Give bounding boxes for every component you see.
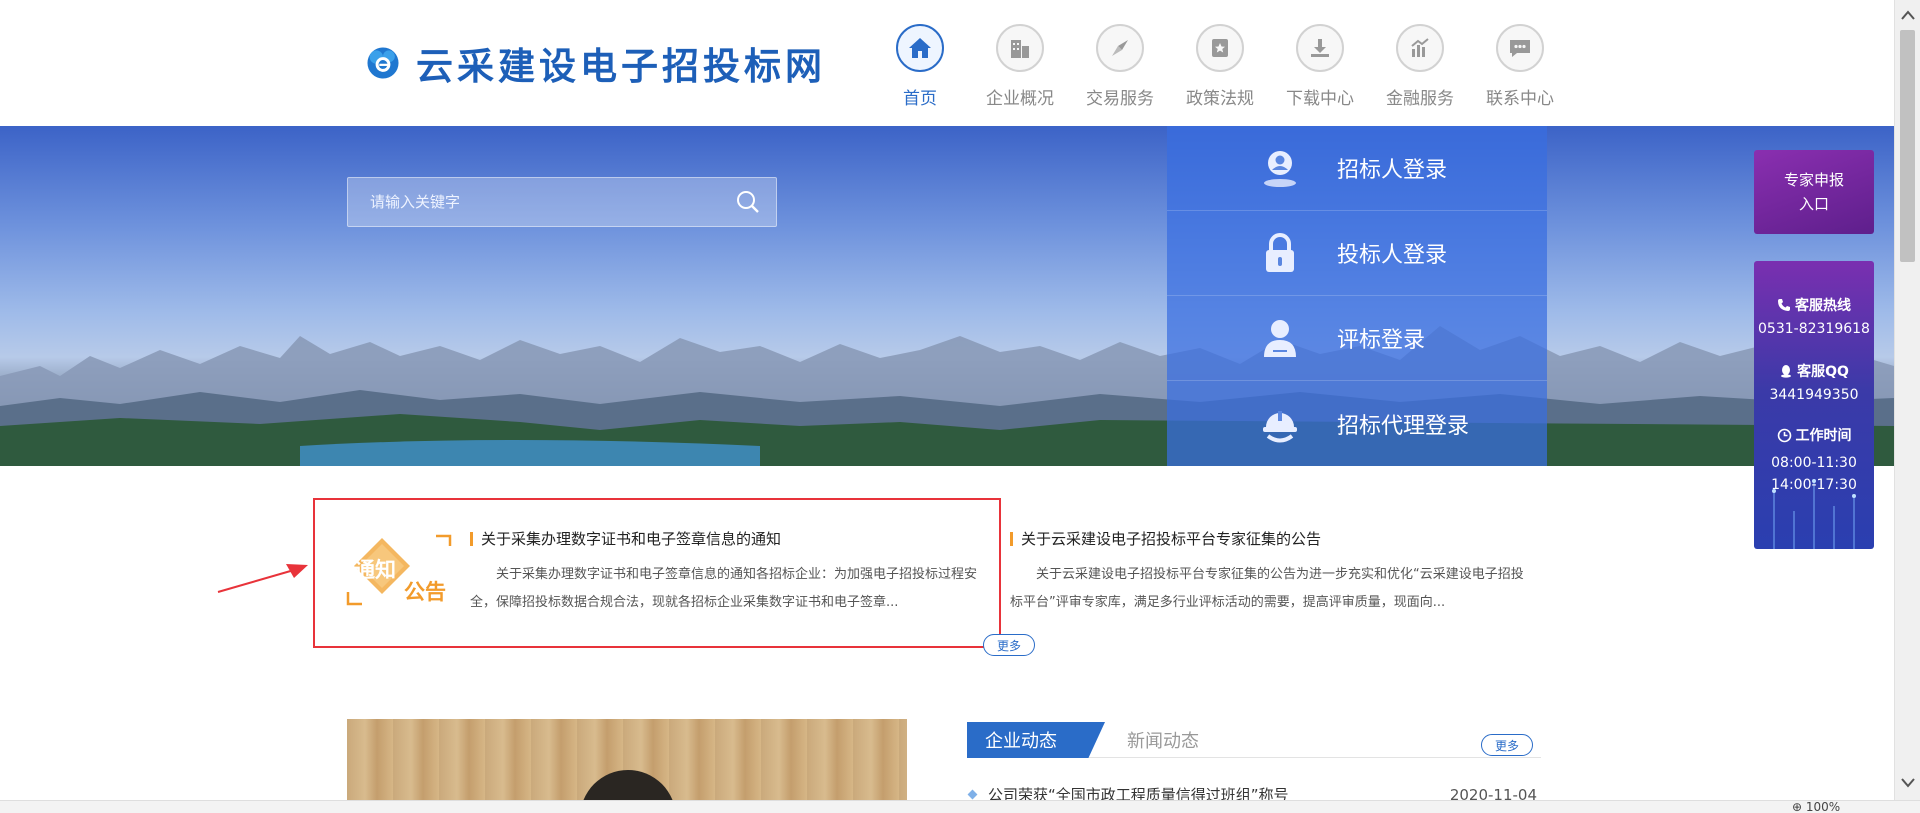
- expert-apply-entry[interactable]: 专家申报 入口: [1754, 150, 1874, 234]
- notice-more-button[interactable]: 更多: [983, 634, 1035, 656]
- login-tenderer-label: 招标人登录: [1337, 158, 1448, 183]
- qq-value: 3441949350: [1769, 387, 1859, 403]
- search-button[interactable]: [720, 178, 776, 226]
- browser-status-bar: ⊕ 100%: [0, 800, 1920, 813]
- nav-label-company: 企业概况: [986, 89, 1054, 109]
- notice-title[interactable]: 关于云采建设电子招投标平台专家征集的公告: [1021, 528, 1321, 549]
- notice-badge-bottom: 公告: [404, 580, 446, 604]
- zoom-icon: ⊕: [1792, 800, 1806, 813]
- expert-entry-line2: 入口: [1798, 195, 1829, 213]
- news-tabs: 企业动态 新闻动态 更多: [967, 722, 1541, 758]
- news-more-button[interactable]: 更多: [1481, 734, 1533, 756]
- search-input[interactable]: [348, 178, 720, 226]
- nav-label-trade: 交易服务: [1086, 89, 1154, 109]
- nav-item-home[interactable]: 首页: [870, 24, 970, 109]
- cloud-logo-icon: [367, 47, 399, 79]
- hotline-group: 客服热线 0531-82319618: [1754, 295, 1874, 337]
- helmet-icon: [1251, 403, 1309, 445]
- nav-item-policy[interactable]: 政策法规: [1170, 24, 1270, 109]
- annotation-arrow: [217, 564, 308, 593]
- hotline-title: 客服热线: [1795, 298, 1851, 314]
- login-evaluator-label: 评标登录: [1337, 328, 1426, 353]
- notice-summary: 关于云采建设电子招投标平台专家征集的公告为进一步充实和优化“云采建设电子招投标平…: [1010, 567, 1524, 610]
- customer-service-box: 客服热线 0531-82319618 客服QQ 3441949350 工作时间 …: [1754, 261, 1874, 549]
- tab-company-news[interactable]: 企业动态: [967, 722, 1105, 758]
- chat-icon: [1496, 24, 1544, 72]
- nav-label-home: 首页: [903, 89, 937, 109]
- zoom-value: 100%: [1805, 800, 1841, 813]
- notice-title[interactable]: 关于采集办理数字证书和电子签章信息的通知: [481, 528, 781, 549]
- search-icon: [737, 191, 759, 213]
- tab-industry-news[interactable]: 新闻动态: [1127, 722, 1199, 758]
- notice-bullet: [470, 531, 473, 546]
- phone-icon: [1778, 299, 1790, 311]
- nav-label-policy: 政策法规: [1186, 89, 1254, 109]
- notice-summary: 关于采集办理数字证书和电子签章信息的通知各招标企业：为加强电子招投标过程安全，保…: [470, 567, 978, 610]
- site-logo[interactable]: 云采建设电子招投标网: [366, 38, 826, 88]
- login-agent-button[interactable]: 招标代理登录: [1167, 381, 1547, 466]
- location-user-icon: [1251, 147, 1309, 189]
- login-bidder-label: 投标人登录: [1337, 243, 1448, 268]
- vertical-scrollbar[interactable]: [1894, 0, 1920, 800]
- expert-entry-line1: 专家申报: [1783, 171, 1844, 189]
- notice-item[interactable]: 关于云采建设电子招投标平台专家征集的公告 关于云采建设电子招投标平台专家征集的公…: [1010, 528, 1530, 617]
- login-tenderer-button[interactable]: 招标人登录: [1167, 126, 1547, 211]
- nav-label-contact: 联系中心: [1486, 89, 1554, 109]
- search-box: [347, 177, 777, 227]
- nav-label-finance: 金融服务: [1386, 89, 1454, 109]
- nav-label-download: 下载中心: [1286, 89, 1354, 109]
- notice-badge-top: 通知: [354, 558, 396, 582]
- login-panel: 招标人登录 投标人登录 评标登录 招标代理登录: [1167, 126, 1547, 466]
- star-badge-icon: [1196, 24, 1244, 72]
- site-header: 云采建设电子招投标网 首页 企业概况 交易服务 政策法规 下载中心 金融服务 联…: [0, 0, 1894, 126]
- nav-item-download[interactable]: 下载中心: [1270, 24, 1370, 109]
- qq-title: 客服QQ: [1797, 364, 1849, 380]
- diamond-bullet-icon: [967, 789, 978, 800]
- nav-item-finance[interactable]: 金融服务: [1370, 24, 1470, 109]
- site-name: 云采建设电子招投标网: [416, 45, 826, 88]
- notice-bullet: [1010, 531, 1013, 546]
- scrollbar-thumb[interactable]: [1900, 30, 1915, 262]
- hotline-value: 0531-82319618: [1758, 321, 1870, 337]
- qq-group: 客服QQ 3441949350: [1754, 361, 1874, 403]
- download-icon: [1296, 24, 1344, 72]
- home-icon: [896, 24, 944, 72]
- nav-item-company[interactable]: 企业概况: [970, 24, 1070, 109]
- zoom-level[interactable]: ⊕ 100%: [1792, 801, 1840, 813]
- login-bidder-button[interactable]: 投标人登录: [1167, 211, 1547, 296]
- main-nav: 首页 企业概况 交易服务 政策法规 下载中心 金融服务 联系中心: [870, 24, 1570, 109]
- lock-icon: [1251, 232, 1309, 274]
- building-icon: [996, 24, 1044, 72]
- hero-banner: 招标人登录 投标人登录 评标登录 招标代理登录: [0, 126, 1894, 466]
- hours-value-afternoon: 14:00-17:30: [1771, 477, 1857, 493]
- hours-group: 工作时间 08:00-11:30 14:00-17:30: [1754, 425, 1874, 493]
- notice-item[interactable]: 关于采集办理数字证书和电子签章信息的通知 关于采集办理数字证书和电子签章信息的通…: [470, 528, 990, 617]
- scroll-up-arrow-icon[interactable]: [1895, 4, 1920, 26]
- hours-value-morning: 08:00-11:30: [1771, 455, 1857, 471]
- scroll-down-arrow-icon[interactable]: [1895, 772, 1920, 794]
- login-evaluator-button[interactable]: 评标登录: [1167, 296, 1547, 381]
- user-icon: [1251, 317, 1309, 359]
- compass-icon: [1096, 24, 1144, 72]
- nav-item-contact[interactable]: 联系中心: [1470, 24, 1570, 109]
- notice-badge: 通知 公告: [346, 532, 456, 608]
- nav-item-trade[interactable]: 交易服务: [1070, 24, 1170, 109]
- qq-icon: [1781, 365, 1792, 378]
- bar-chart-icon: [1396, 24, 1444, 72]
- login-agent-label: 招标代理登录: [1337, 413, 1470, 439]
- city-skyline-image: [0, 326, 1894, 466]
- clock-icon: [1777, 428, 1791, 442]
- hours-title: 工作时间: [1795, 428, 1852, 444]
